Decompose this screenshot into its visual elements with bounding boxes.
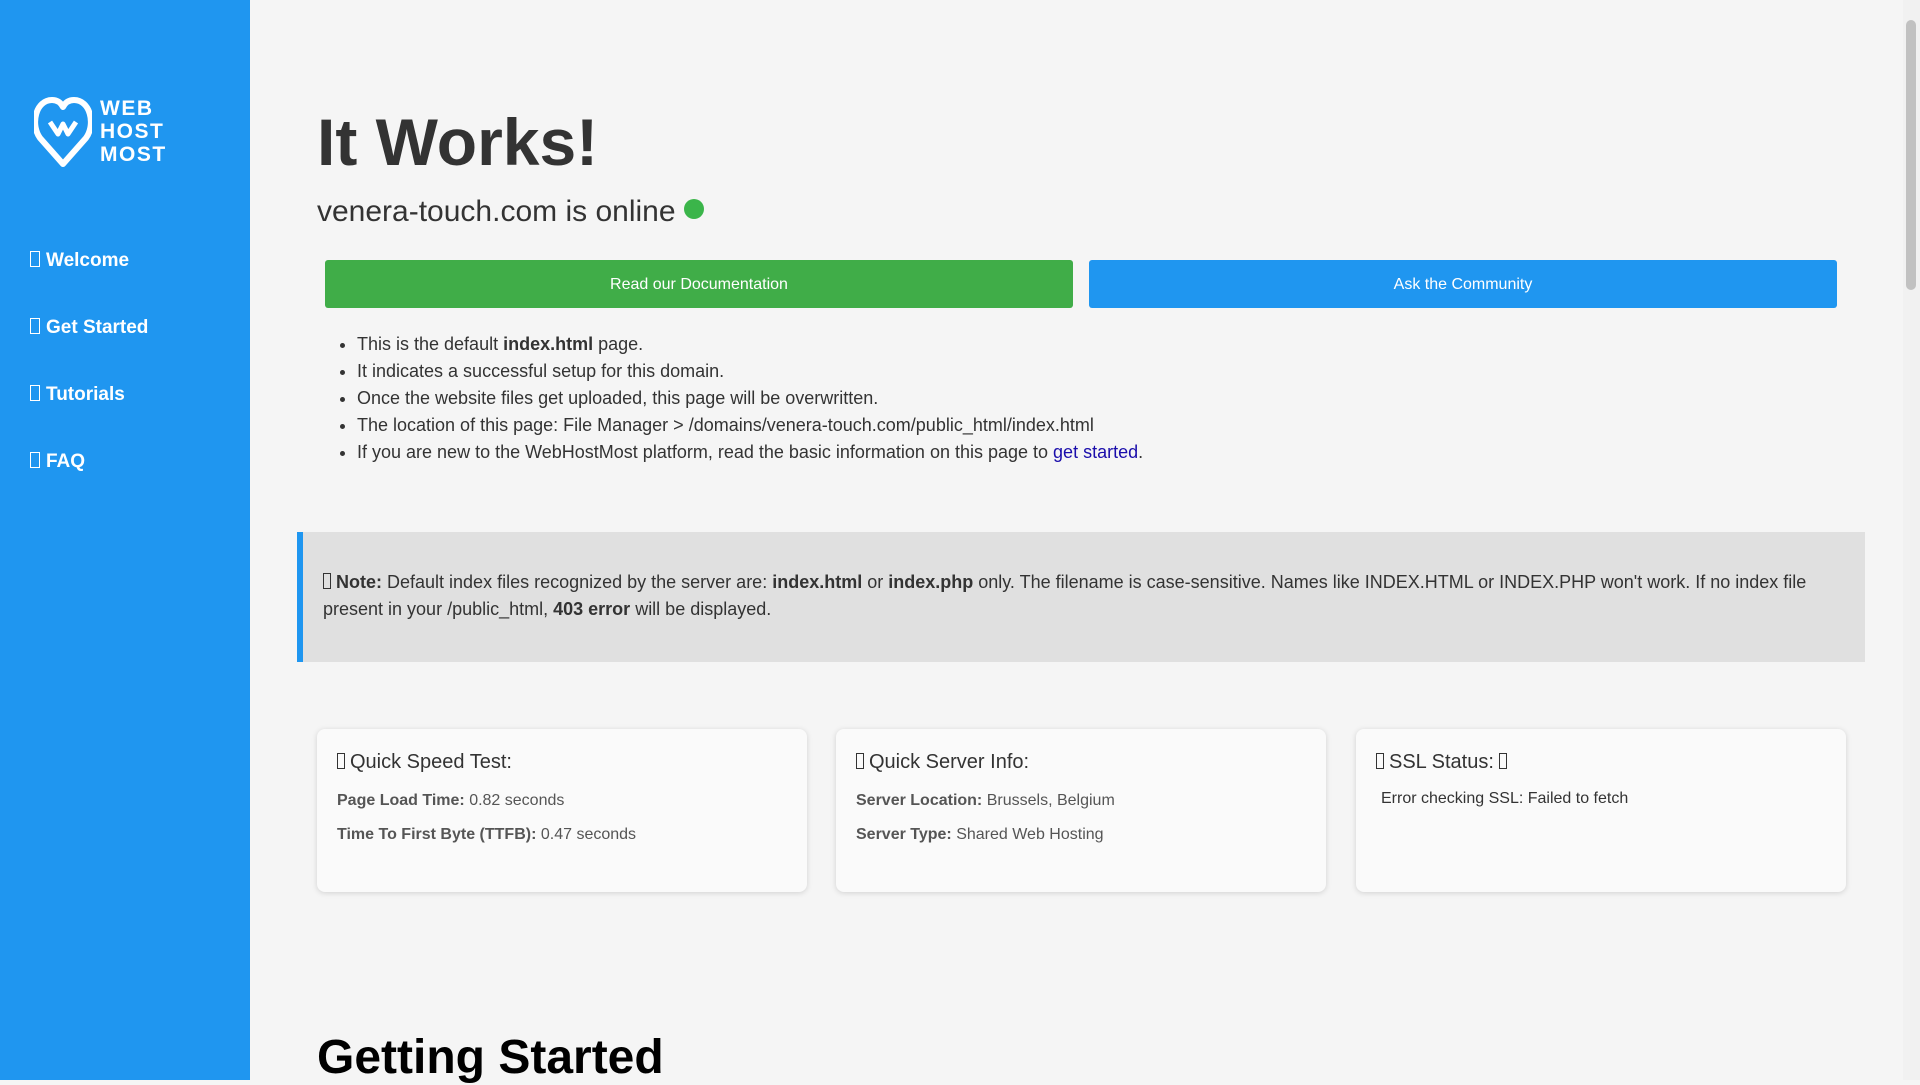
list-item-text: If you are new to the WebHostMost platfo…: [357, 442, 1054, 462]
sidebar-item-tutorials[interactable]: Tutorials: [0, 366, 250, 433]
row-label: Page Load Time:: [337, 792, 465, 809]
sidebar-item-get-started[interactable]: Get Started: [0, 299, 250, 366]
row-label: Server Type:: [856, 826, 952, 843]
sidebar-item-welcome[interactable]: Welcome: [0, 232, 250, 299]
speed-test-card: Quick Speed Test: Page Load Time: 0.82 s…: [317, 729, 807, 892]
getting-started-heading: Getting Started: [317, 1031, 664, 1084]
ssl-status-card: SSL Status: Error checking SSL: Failed t…: [1356, 729, 1846, 892]
list-item: It indicates a successful setup for this…: [357, 358, 1143, 385]
list-item: The location of this page: File Manager …: [357, 412, 1143, 439]
logo-wordmark: WEB HOST MOST: [100, 97, 167, 166]
sidebar-nav: Welcome Get Started Tutorials FAQ: [0, 232, 250, 500]
note-text-part: Default index files recognized by the se…: [382, 572, 773, 592]
ttfb-row: Time To First Byte (TTFB): 0.47 seconds: [337, 826, 787, 844]
card-title: Quick Speed Test:: [337, 751, 787, 774]
sidebar-item-label: Welcome: [46, 250, 130, 271]
book-icon: [30, 385, 40, 401]
list-item: This is the default index.html page.: [357, 331, 1143, 358]
server-info-card: Quick Server Info: Server Location: Brus…: [836, 729, 1326, 892]
page-load-row: Page Load Time: 0.82 seconds: [337, 792, 787, 810]
note-text-part: will be displayed.: [630, 599, 772, 619]
row-label: Time To First Byte (TTFB):: [337, 826, 537, 843]
row-value: 0.82 seconds: [469, 792, 565, 809]
rocket-icon: [30, 318, 40, 334]
webhostmost-logo[interactable]: WEB HOST MOST: [34, 94, 167, 168]
logo-line-most: MOST: [100, 142, 167, 166]
filename-text: index.html: [772, 572, 863, 592]
question-icon: [30, 452, 40, 468]
server-type-row: Server Type: Shared Web Hosting: [856, 826, 1306, 844]
domain-status: venera-touch.com is online: [317, 195, 704, 229]
logo-heart-icon: [34, 97, 92, 167]
stopwatch-icon: [337, 753, 345, 769]
sidebar-item-label: Tutorials: [46, 384, 125, 405]
page-scrollbar[interactable]: [1903, 0, 1920, 1080]
card-title-text: Quick Speed Test:: [350, 751, 512, 773]
ssl-status-icon: [1499, 753, 1508, 769]
sidebar-item-label: FAQ: [46, 451, 86, 472]
sidebar-item-faq[interactable]: FAQ: [0, 433, 250, 500]
page-title: It Works!: [317, 105, 599, 179]
info-list: This is the default index.html page. It …: [357, 331, 1143, 466]
ask-community-button[interactable]: Ask the Community: [1089, 260, 1837, 308]
row-value: Shared Web Hosting: [956, 826, 1104, 843]
list-item-text: .: [1138, 442, 1144, 462]
error-code-text: 403 error: [553, 599, 631, 619]
row-label: Server Location:: [856, 792, 983, 809]
note-text-part: or: [862, 572, 889, 592]
logo-line-web: WEB: [100, 96, 154, 120]
filename-text: index.html: [503, 334, 594, 354]
row-value: Brussels, Belgium: [986, 792, 1115, 809]
note-text: Note: Default index files recognized by …: [323, 569, 1853, 623]
note-box: Note: Default index files recognized by …: [297, 532, 1865, 662]
list-item-text: This is the default: [357, 334, 504, 354]
list-item-text: page.: [593, 334, 644, 354]
home-icon: [30, 251, 40, 267]
scrollbar-thumb[interactable]: [1906, 20, 1916, 290]
lock-icon: [1376, 753, 1384, 769]
online-status-icon: [683, 199, 704, 219]
card-title: Quick Server Info:: [856, 751, 1306, 774]
sidebar: WEB HOST MOST Welcome Get Started Tutori…: [0, 0, 250, 1080]
info-icon: [323, 573, 331, 589]
list-item: Once the website files get uploaded, thi…: [357, 385, 1143, 412]
card-title-text: Quick Server Info:: [869, 751, 1030, 773]
domain-status-text: venera-touch.com is online: [317, 195, 676, 228]
note-label: Note:: [336, 572, 382, 592]
row-value: 0.47 seconds: [540, 826, 637, 843]
ssl-error-message: Error checking SSL: Failed to fetch: [1381, 790, 1629, 807]
server-icon: [856, 753, 864, 769]
card-title-text: SSL Status:: [1389, 751, 1494, 773]
logo-line-host: HOST: [100, 119, 165, 143]
sidebar-item-label: Get Started: [46, 317, 149, 338]
list-item: If you are new to the WebHostMost platfo…: [357, 439, 1143, 466]
card-title: SSL Status:: [1376, 751, 1826, 774]
filename-text: index.php: [888, 572, 974, 592]
server-location-row: Server Location: Brussels, Belgium: [856, 792, 1306, 810]
read-documentation-button[interactable]: Read our Documentation: [325, 260, 1073, 308]
get-started-link[interactable]: get started: [1053, 442, 1138, 462]
